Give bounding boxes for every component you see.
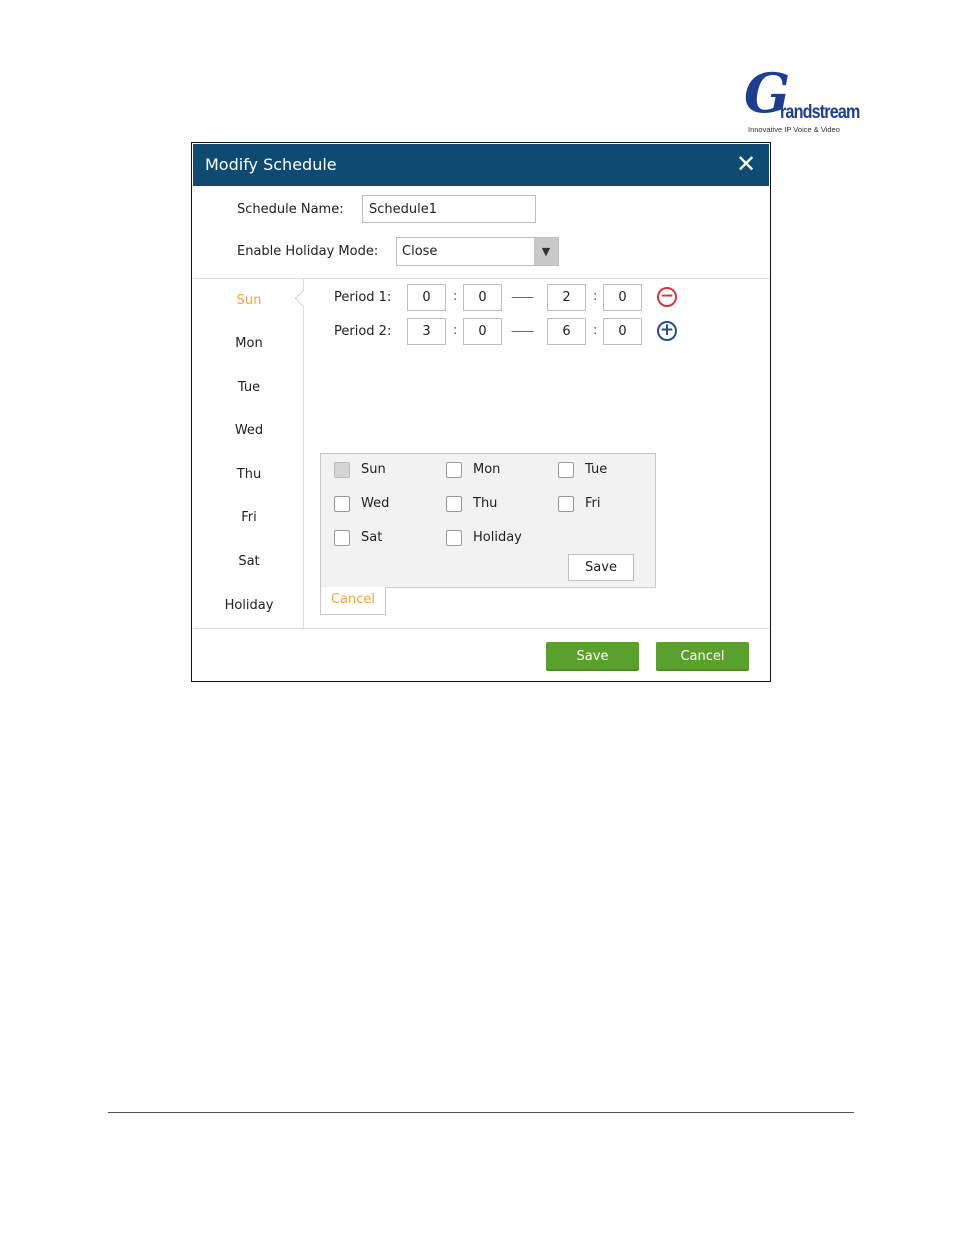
time-colon: : [593,323,598,338]
day-tab-mon[interactable]: Mon [213,336,285,351]
checkbox-label-tue: Tue [585,462,608,477]
time-colon: : [453,289,458,304]
logo-wordmark: randstream [780,102,860,123]
period-1-label: Period 1: [334,290,392,305]
cancel-button[interactable]: Cancel [656,642,749,671]
active-day-pointer [294,290,311,307]
checkbox-mon[interactable] [446,462,462,478]
period-2-start-minute[interactable]: 0 [463,318,502,345]
day-tab-tue[interactable]: Tue [213,380,285,395]
checkbox-label-fri: Fri [585,496,601,511]
checkbox-label-sat: Sat [361,530,383,545]
period-2-end-hour[interactable]: 6 [547,318,586,345]
checkbox-holiday[interactable] [446,530,462,546]
sidebar-divider [303,278,304,628]
schedule-name-label: Schedule Name: [237,202,344,217]
day-tab-fri[interactable]: Fri [213,510,285,525]
checkbox-label-thu: Thu [473,496,498,511]
modify-schedule-dialog: Modify Schedule ✕ Schedule Name: Enable … [191,142,771,682]
period-2-label: Period 2: [334,324,392,339]
day-tab-wed[interactable]: Wed [213,423,285,438]
holiday-mode-select[interactable]: Close ▼ [396,237,559,266]
checkbox-fri[interactable] [558,496,574,512]
grandstream-logo: G randstream Innovative IP Voice & Video [742,66,860,136]
period-2-end-minute[interactable]: 0 [603,318,642,345]
page-footer-rule [108,1112,854,1113]
period-1-start-hour[interactable]: 0 [407,284,446,311]
section-divider [193,278,769,279]
period-1-start-minute[interactable]: 0 [463,284,502,311]
day-tab-holiday[interactable]: Holiday [213,598,285,613]
copy-save-button[interactable]: Save [568,554,634,581]
footer-divider [193,628,769,629]
chevron-down-icon[interactable]: ▼ [534,238,558,265]
period-1-end-minute[interactable]: 0 [603,284,642,311]
checkbox-label-holiday: Holiday [473,530,522,545]
logo-tagline: Innovative IP Voice & Video [748,125,840,134]
save-button[interactable]: Save [546,642,639,671]
checkbox-thu[interactable] [446,496,462,512]
holiday-mode-label: Enable Holiday Mode: [237,244,379,259]
checkbox-sun[interactable] [334,462,350,478]
period-2-start-hour[interactable]: 3 [407,318,446,345]
copy-cancel-button[interactable]: Cancel [320,587,386,615]
copy-days-panel: Sun Mon Tue Wed Thu Fri Sat Holiday Save [320,453,656,588]
dialog-titlebar: Modify Schedule ✕ [193,144,769,186]
remove-period-icon[interactable]: − [657,287,677,307]
day-tab-thu[interactable]: Thu [213,467,285,482]
dialog-title: Modify Schedule [205,155,337,174]
dialog-body: Schedule Name: Enable Holiday Mode: Clos… [193,186,769,680]
range-dash: —— [511,290,534,304]
checkbox-label-sun: Sun [361,462,386,477]
close-icon[interactable]: ✕ [735,152,757,176]
period-1-end-hour[interactable]: 2 [547,284,586,311]
holiday-mode-value: Close [402,244,438,259]
time-colon: : [453,323,458,338]
add-period-icon[interactable]: + [657,321,677,341]
checkbox-wed[interactable] [334,496,350,512]
time-colon: : [593,289,598,304]
schedule-name-input[interactable] [362,195,536,223]
checkbox-label-mon: Mon [473,462,501,477]
checkbox-tue[interactable] [558,462,574,478]
checkbox-label-wed: Wed [361,496,390,511]
range-dash: —— [511,324,534,338]
checkbox-sat[interactable] [334,530,350,546]
day-tab-sun[interactable]: Sun [213,293,285,308]
day-tab-sat[interactable]: Sat [213,554,285,569]
